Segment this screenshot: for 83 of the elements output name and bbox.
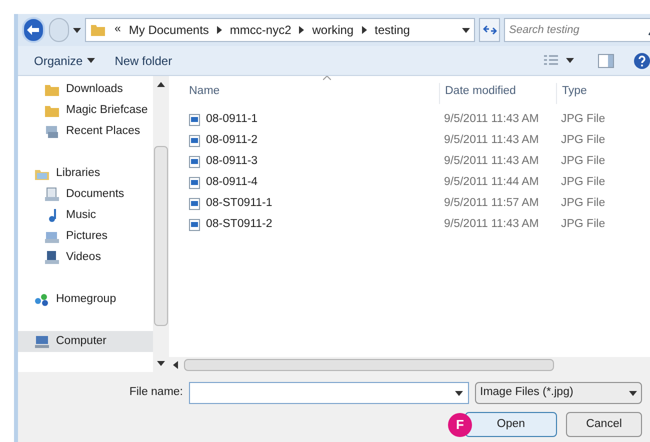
file-name-cell[interactable]: 08-0911-3 [206,152,258,170]
table-cell-text: JPG File [560,132,606,148]
table-cell-text: 9/5/2011 11:43 AM [443,112,540,127]
scrollbar-thumb[interactable] [154,146,168,326]
new-folder-button[interactable]: New folder [106,52,180,70]
breadcrumb-item[interactable]: working [312,21,354,39]
breadcrumb-overflow[interactable]: « [114,21,121,39]
cancel-button[interactable]: Cancel [566,412,642,437]
navigation-item[interactable]: Pictures [18,226,153,247]
back-arrow-icon [27,25,40,35]
breadcrumb-item[interactable]: My Documents [128,21,209,39]
sort-caret-icon [323,76,331,80]
computer-icon [34,334,50,350]
view-caret-icon [566,58,574,63]
search-field[interactable]: Search testing [504,18,650,42]
table-cell-text: JPG File [560,154,606,169]
breadcrumb-arrow-icon [216,26,222,34]
navigation-item[interactable]: Homegroup [18,289,153,310]
folder-icon [90,22,106,38]
scrollbar-thumb[interactable] [184,358,554,370]
navigation-item[interactable]: Magic Briefcase [18,100,153,121]
vertical-scrollbar[interactable] [153,76,169,372]
table-cell-text: 9/5/2011 11:43 AM [443,154,540,169]
file-name-cell[interactable]: 08-0911-4 [206,174,258,192]
breadcrumb-item[interactable]: mmcc-nyc2 [230,21,292,39]
image-file-icon [189,176,200,188]
caret-icon [86,58,95,63]
breadcrumb-arrow-icon [362,26,367,34]
file-name-field[interactable] [189,382,469,404]
table-cell-text: 9/5/2011 11:57 AM [443,196,540,211]
table-cell-text: JPG File [560,196,606,211]
homegroup-icon [34,292,50,308]
scroll-down-icon [157,361,165,366]
table-cell-text: 9/5/2011 11:43 AM [443,132,540,148]
recent-places-icon [44,124,60,140]
navigation-item[interactable]: Downloads [18,79,153,100]
file-name-cell[interactable]: 08-0911-2 [206,132,258,150]
breadcrumb-item[interactable]: testing [374,21,410,39]
view-list-icon[interactable] [544,54,558,66]
table-cell-text: JPG File [560,216,606,232]
file-name-cell[interactable]: 08-ST0911-1 [206,194,272,212]
scroll-left-icon [173,360,178,368]
navigation-item[interactable]: Computer [18,331,153,352]
table-cell-text: JPG File [560,174,606,190]
navigation-item[interactable]: Documents [18,184,153,205]
dropdown-caret-icon [629,390,637,396]
preview-pane-icon[interactable] [598,54,614,68]
navigation-item[interactable]: Videos [18,247,153,268]
help-icon[interactable] [634,52,650,68]
scroll-up-icon [157,82,165,87]
callout-badge: F [448,412,472,436]
navigation-item[interactable]: Recent Places [18,121,153,142]
music-note-icon [48,209,56,222]
image-file-icon [189,134,200,146]
table-cell-text: 9/5/2011 11:43 AM [443,216,540,232]
navigation-item[interactable]: Music [18,205,153,226]
organize-button[interactable]: Organize [30,52,99,70]
back-button[interactable] [22,17,45,43]
refresh-arrows-icon [482,25,497,35]
dropdown-caret-icon [455,391,463,396]
image-file-icon [189,114,200,126]
file-type-dropdown[interactable]: Image Files (*.jpg) [475,382,642,404]
file-name-cell[interactable]: 08-0911-1 [206,110,258,128]
column-header[interactable]: Type [556,82,616,104]
image-file-icon [189,198,200,210]
horizontal-scrollbar[interactable] [169,357,650,372]
open-button[interactable]: Open [465,412,557,437]
table-cell-text: 9/5/2011 11:44 AM [443,174,540,190]
breadcrumb-arrow-icon [299,26,304,34]
dropdown-caret-icon [462,28,470,32]
navigation-item[interactable]: Libraries [18,163,153,184]
video-library-icon [44,250,60,266]
file-name-label: File name: [129,385,183,400]
document-library-icon [44,186,60,202]
column-header[interactable]: Date modified [439,82,556,104]
table-cell-text: JPG File [560,112,606,127]
address-bar[interactable]: « My Documents mmcc-nyc2 working testing [85,18,476,42]
column-header[interactable]: Name [189,82,439,104]
history-caret-icon [73,28,82,32]
image-file-icon [189,156,200,168]
refresh-button[interactable] [479,18,500,42]
file-name-cell[interactable]: 08-ST0911-2 [206,216,272,234]
image-file-icon [189,218,200,230]
